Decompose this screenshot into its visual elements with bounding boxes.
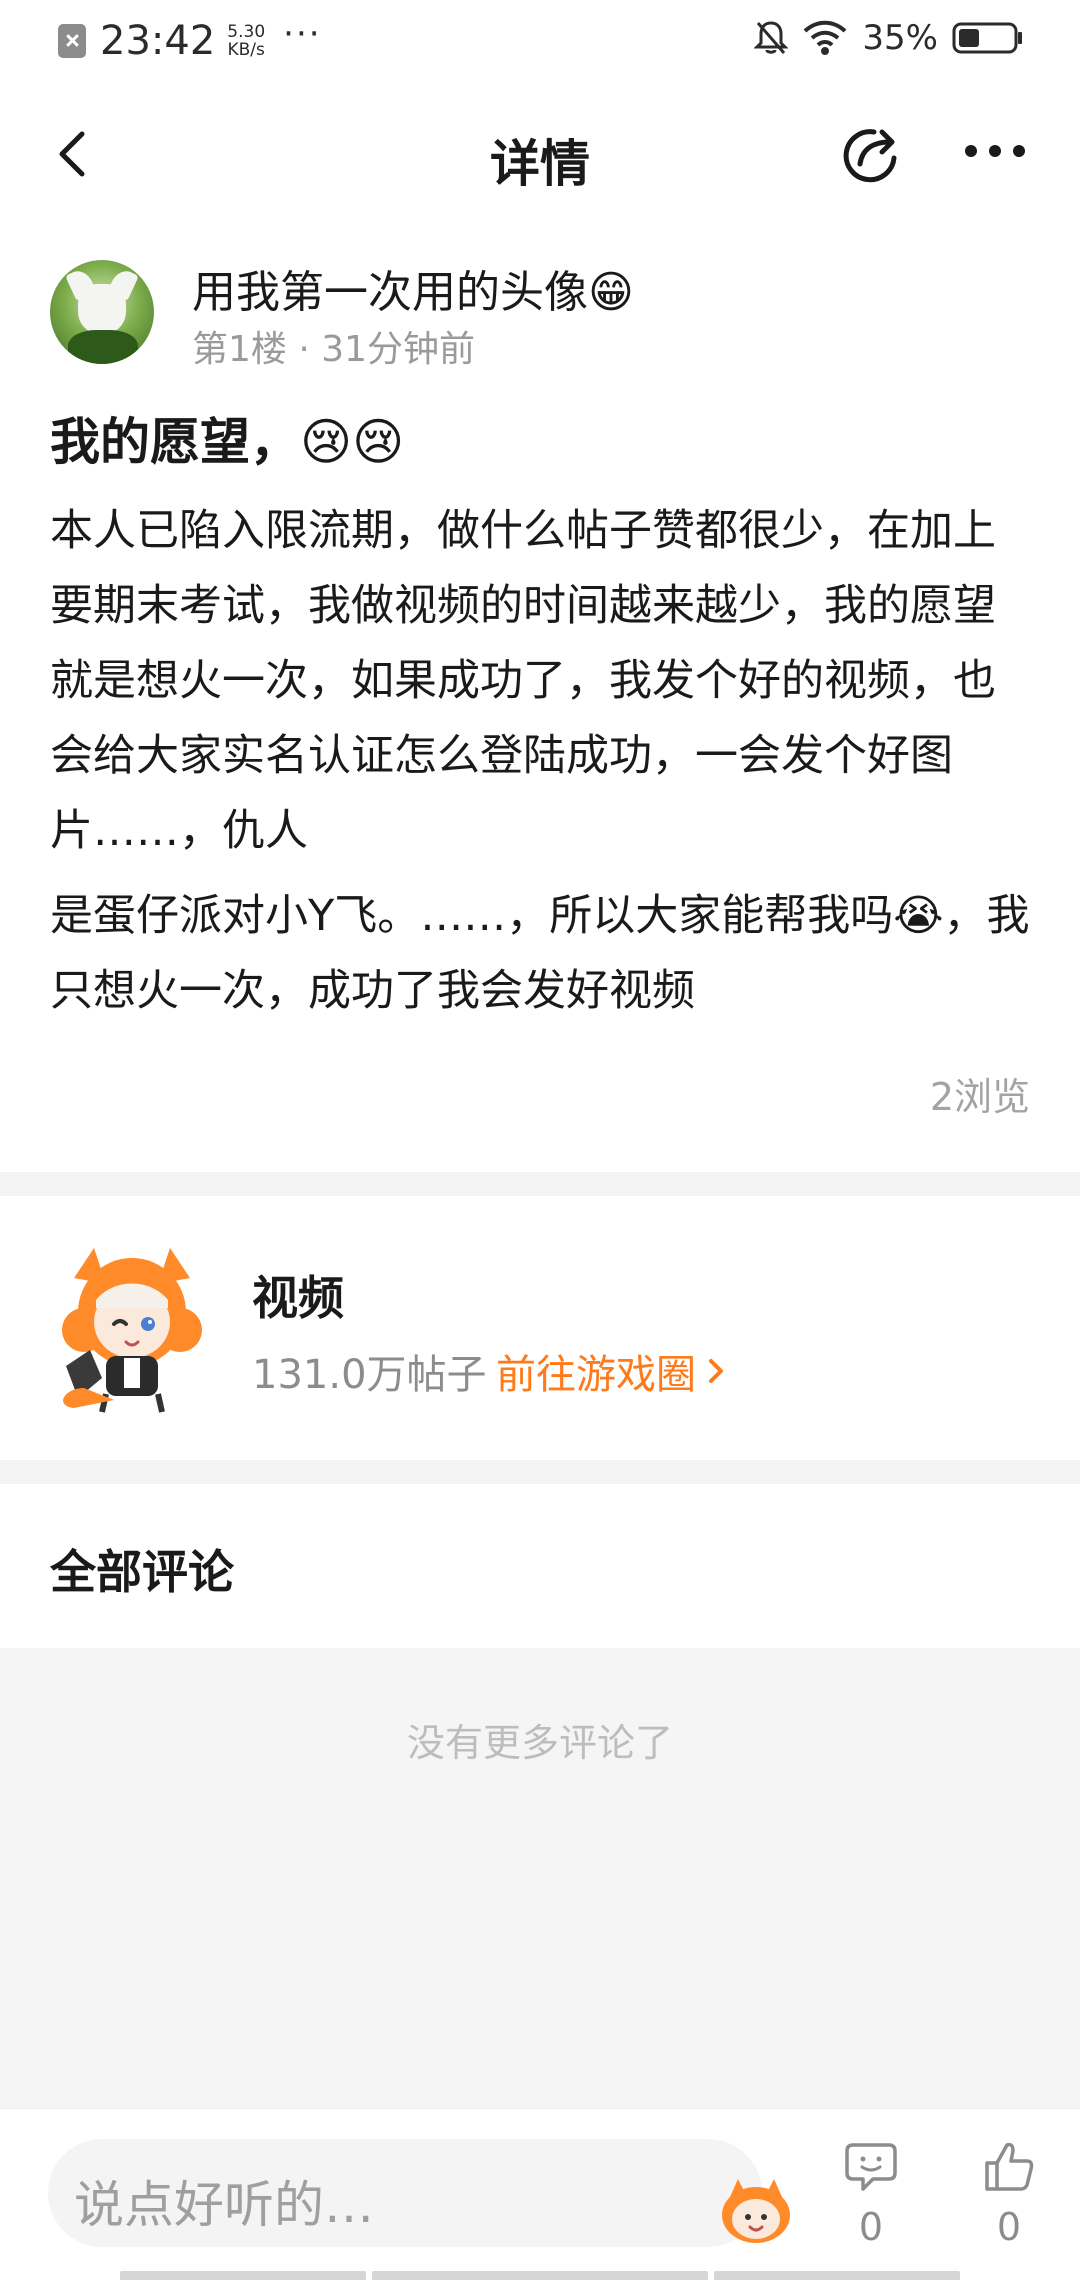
comment-bubble-icon	[845, 2143, 897, 2191]
network-speed-value: 5.30	[227, 22, 266, 42]
status-more-indicator: ···	[283, 14, 322, 54]
status-bar: 23:42 5.30 KB/s ··· 35%	[0, 0, 1080, 86]
post-floor: 第1楼	[192, 329, 287, 370]
author-avatar[interactable]	[50, 260, 154, 364]
post-meta: 第1楼 · 31分钟前	[192, 320, 475, 372]
like-action[interactable]: 0	[976, 2139, 1042, 2269]
nav-gesture-bar	[714, 2271, 960, 2280]
section-divider	[0, 1460, 1080, 1484]
post-time: 31分钟前	[321, 329, 476, 370]
comment-input[interactable]: 说点好听的…	[48, 2139, 790, 2247]
bottom-action-bar: 说点好听的… 0 0	[0, 2108, 1080, 2280]
network-speed: 5.30 KB/s	[227, 23, 265, 59]
author-name[interactable]: 用我第一次用的头像😁	[192, 256, 634, 320]
comment-action[interactable]: 0	[838, 2139, 904, 2269]
mute-bell-icon	[754, 21, 789, 54]
top-nav-bar: 详情	[0, 100, 1080, 210]
more-options-icon[interactable]	[962, 136, 1028, 166]
no-more-comments-text: 没有更多评论了	[406, 1721, 673, 1765]
status-right: 35%	[754, 18, 1024, 58]
comments-heading: 全部评论	[50, 1545, 234, 1599]
chevron-right-icon	[709, 1359, 723, 1383]
battery-icon	[952, 22, 1022, 54]
view-count: 2浏览	[929, 1075, 1030, 1119]
comment-count: 0	[858, 2205, 884, 2249]
meta-separator: ·	[298, 329, 322, 370]
comments-area: 没有更多评论了	[0, 1648, 1080, 2108]
share-icon[interactable]	[840, 120, 906, 186]
post-title: 我的愿望，😢😢	[50, 413, 405, 471]
comment-input-placeholder: 说点好听的…	[74, 2176, 374, 2234]
wifi-icon	[804, 20, 847, 55]
page-title: 详情	[490, 135, 590, 193]
circle-post-count: 131.0万帖子	[252, 1352, 487, 1398]
thumbs-up-icon	[985, 2142, 1034, 2191]
no-sim-icon	[58, 24, 86, 58]
post-paragraph: 本人已陷入限流期，做什么帖子赞都很少，在加上要期末考试，我做视频的时间越来越少，…	[50, 506, 996, 856]
network-speed-unit: KB/s	[227, 40, 265, 60]
goto-game-circle-link[interactable]: 前往游戏圈	[496, 1342, 726, 1400]
game-circle-card[interactable]: 视频 131.0万帖子 前往游戏圈	[0, 1196, 1080, 1466]
circle-mascot-icon	[62, 1248, 202, 1413]
mascot-emoji-icon[interactable]	[716, 2175, 796, 2245]
avatar-face	[78, 284, 126, 334]
circle-name: 视频	[252, 1271, 344, 1325]
avatar-body	[68, 330, 138, 364]
status-left: 23:42 5.30 KB/s ···	[58, 14, 322, 64]
nav-gesture-bar	[120, 2271, 366, 2280]
battery-percent: 35%	[862, 18, 938, 58]
post-paragraph: 是蛋仔派对小Y飞。……，所以大家能帮我吗😭，我只想火一次，成功了我会发好视频	[50, 891, 1030, 1016]
goto-game-circle-label: 前往游戏圈	[496, 1352, 696, 1398]
status-time: 23:42	[100, 18, 216, 64]
like-count: 0	[996, 2205, 1022, 2249]
nav-gesture-bar	[372, 2271, 708, 2280]
post-body: 本人已陷入限流期，做什么帖子赞都很少，在加上要期末考试，我做视频的时间越来越少，…	[50, 494, 1030, 1029]
section-divider	[0, 1172, 1080, 1196]
